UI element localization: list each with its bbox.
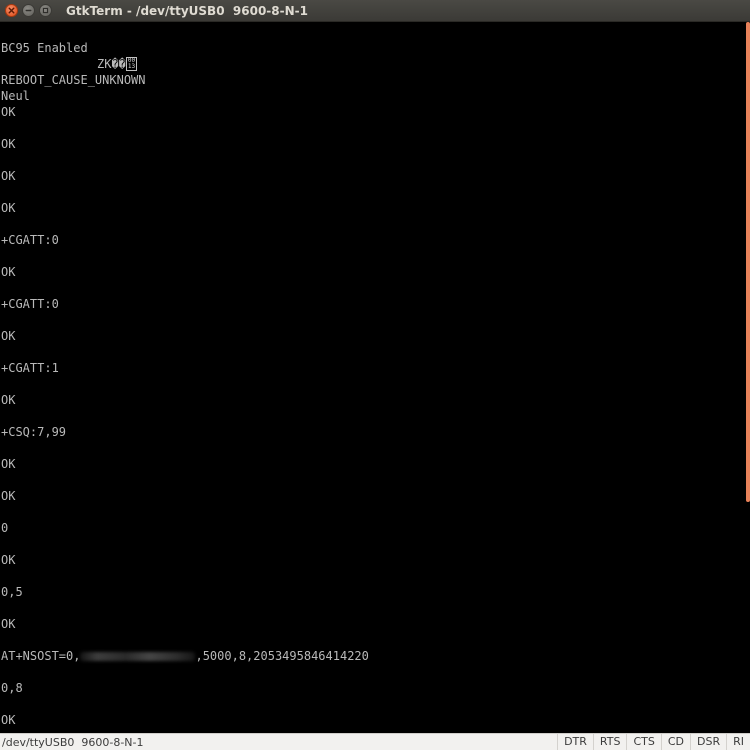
status-bar: /dev/ttyUSB0 9600-8-N-1 DTR RTS CTS CD DSR RI: [0, 733, 750, 750]
port-settings-status: /dev/ttyUSB0 9600-8-N-1: [2, 735, 144, 749]
signal-dtr: DTR: [557, 734, 593, 750]
terminal-lines: BC95 Enabled ZK�� 00 13 REBOOT_CAUSE_UNKNOWN…: [1, 40, 369, 728]
terminal-line: OK: [1, 201, 16, 215]
window-controls: [5, 4, 52, 17]
maximize-button[interactable]: [39, 4, 52, 17]
signal-ri: RI: [726, 734, 750, 750]
terminal-line: +CSQ:7,99: [1, 425, 67, 439]
terminal-line: OK: [1, 489, 16, 503]
terminal-line: 0,8: [1, 681, 23, 695]
signal-cts: CTS: [626, 734, 660, 750]
terminal-line: +CGATT:0: [1, 233, 59, 247]
terminal-line: Neul: [1, 89, 30, 103]
close-icon: [8, 7, 15, 14]
terminal-line: OK: [1, 105, 16, 119]
terminal-scrollbar[interactable]: [746, 22, 750, 733]
terminal-line: OK: [1, 713, 16, 727]
redacted-ip-address: [80, 652, 196, 661]
maximize-icon: [42, 7, 49, 14]
terminal-line: OK: [1, 265, 16, 279]
garbled-output: ZK��: [97, 57, 126, 71]
minimize-icon: [25, 9, 32, 12]
terminal-line: 0: [1, 521, 9, 535]
terminal-line: OK: [1, 169, 16, 183]
terminal-line: OK: [1, 553, 16, 567]
signal-rts: RTS: [592, 734, 627, 750]
hex-digit-pair: 13: [127, 63, 136, 70]
window-title: GtkTerm - /dev/ttyUSB0 9600-8-N-1: [66, 3, 308, 18]
minimize-button[interactable]: [22, 4, 35, 17]
scrollbar-thumb[interactable]: [746, 22, 750, 502]
signal-dsr: DSR: [690, 734, 726, 750]
terminal-line: OK: [1, 329, 16, 343]
terminal-line: +CGATT:0: [1, 297, 59, 311]
nsost-command: AT+NSOST=0,: [1, 649, 81, 663]
control-signals: DTR RTS CTS CD DSR RI: [557, 734, 750, 750]
close-button[interactable]: [5, 4, 18, 17]
signal-cd: CD: [660, 734, 690, 750]
terminal-line: +CGATT:1: [1, 361, 59, 375]
terminal-line: OK: [1, 393, 16, 407]
terminal-line: OK: [1, 617, 16, 631]
terminal-line: 0,5: [1, 585, 23, 599]
terminal-line: BC95 Enabled: [1, 41, 88, 55]
terminal-line: AT+NSOST=0, ,5000,8,2053495846414220: [1, 648, 369, 664]
unknown-glyph-box: 00 13: [125, 57, 138, 71]
terminal-line: OK: [1, 457, 16, 471]
terminal-line: OK: [1, 137, 16, 151]
terminal-line: ZK�� 00 13: [1, 56, 369, 72]
terminal-line: REBOOT_CAUSE_UNKNOWN: [1, 73, 146, 87]
terminal-output[interactable]: BC95 Enabled ZK�� 00 13 REBOOT_CAUSE_UNKNOWN…: [0, 22, 746, 733]
nsost-payload: ,5000,8,2053495846414220: [195, 649, 369, 663]
title-bar: GtkTerm - /dev/ttyUSB0 9600-8-N-1: [0, 0, 750, 22]
